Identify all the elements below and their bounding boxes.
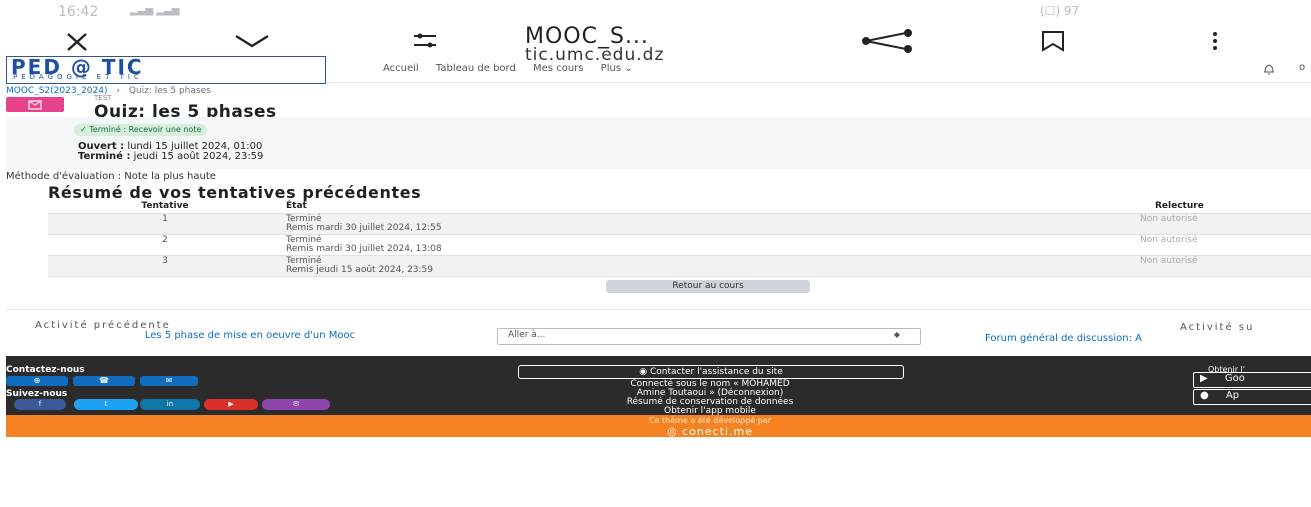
mail-icon: ✉ bbox=[293, 400, 299, 408]
follow-label: Suivez-nous bbox=[6, 389, 68, 399]
status-icons: (☐) 97 bbox=[1040, 4, 1080, 18]
attempt-number: 2 bbox=[48, 234, 282, 256]
logo-subtext: PEDAGOGIE ET TIC bbox=[13, 73, 143, 81]
google-play-icon: ▶ bbox=[1200, 373, 1208, 384]
google-play-button[interactable]: ▶ Goo bbox=[1193, 372, 1311, 388]
section-label: TEST bbox=[94, 94, 112, 102]
menu-kebab-icon[interactable] bbox=[1205, 28, 1225, 54]
youtube-icon: ▶ bbox=[228, 400, 234, 408]
google-play-label: Goo bbox=[1224, 373, 1245, 384]
attempt-state: Terminé Remis mardi 30 juillet 2024, 13:0… bbox=[282, 234, 1050, 256]
nav-item-more[interactable]: Plus ⌄ bbox=[601, 63, 633, 74]
review-status: Non autorisé bbox=[1050, 213, 1311, 235]
closed-value: jeudi 15 août 2024, 23:59 bbox=[133, 151, 264, 162]
primary-nav: Accueil Tableau de bord Mes cours Plus ⌄ bbox=[383, 63, 647, 74]
twitter-button[interactable]: t bbox=[74, 399, 138, 410]
chevron-down-icon[interactable] bbox=[232, 26, 272, 56]
nav-item-my-courses[interactable]: Mes cours bbox=[533, 63, 583, 74]
email-social-button[interactable]: ✉ bbox=[262, 399, 330, 410]
conecti-logo[interactable]: ◎ conecti.me bbox=[600, 425, 820, 438]
signal-icon: ▂▃▅ ▂▃▅ bbox=[130, 5, 180, 16]
apple-icon: ● bbox=[1200, 390, 1209, 401]
column-header-attempt: Tentative bbox=[48, 198, 282, 214]
user-menu-icon[interactable]: o bbox=[1299, 62, 1311, 76]
nav-item-home[interactable]: Accueil bbox=[383, 63, 419, 74]
close-tab-icon[interactable] bbox=[62, 26, 98, 56]
youtube-button[interactable]: ▶ bbox=[204, 399, 258, 410]
column-header-state: État bbox=[282, 198, 1050, 214]
attempts-table: Tentative État Relecture 1 Terminé Remis … bbox=[48, 198, 1311, 277]
contact-support-button[interactable]: ◉ Contacter l'assistance du site bbox=[518, 365, 904, 379]
bookmark-icon[interactable] bbox=[1040, 28, 1066, 54]
next-activity-label: Activité su bbox=[1180, 322, 1255, 333]
quiz-icon bbox=[6, 97, 64, 112]
linkedin-button[interactable]: in bbox=[140, 399, 200, 410]
attempt-number: 1 bbox=[48, 213, 282, 235]
review-status: Non autorisé bbox=[1050, 255, 1311, 277]
share-icon[interactable] bbox=[858, 28, 918, 54]
activity-dates: Ouvert : lundi 15 juillet 2024, 01:00 Te… bbox=[78, 142, 263, 162]
contact-link-button[interactable]: ⊕ bbox=[6, 376, 68, 386]
submitted-text: Remis mardi 30 juillet 2024, 12:55 bbox=[286, 223, 442, 233]
select-arrow-icon: ◆ bbox=[893, 330, 900, 339]
twitter-icon: t bbox=[104, 400, 108, 408]
status-bar: 16:42 ▂▃▅ ▂▃▅ (☐) 97 bbox=[0, 0, 1311, 26]
app-store-label: Ap bbox=[1225, 390, 1240, 401]
linkedin-icon: in bbox=[166, 400, 174, 408]
app-store-button[interactable]: ● Ap bbox=[1193, 389, 1311, 405]
completion-badge: ✓ Terminé : Recevoir une note bbox=[74, 124, 208, 136]
table-row: 1 Terminé Remis mardi 30 juillet 2024, 12… bbox=[48, 213, 1311, 235]
status-time: 16:42 bbox=[58, 4, 99, 20]
next-activity-link[interactable]: Forum général de discussion: A bbox=[985, 333, 1142, 344]
review-status: Non autorisé bbox=[1050, 234, 1311, 256]
attempt-state: Terminé Remis jeudi 15 août 2024, 23:59 bbox=[282, 255, 1050, 277]
submitted-text: Remis jeudi 15 août 2024, 23:59 bbox=[286, 265, 434, 275]
phone-icon: ☎ bbox=[99, 376, 109, 385]
conecti-icon: ◎ bbox=[666, 425, 683, 438]
table-row: 3 Terminé Remis jeudi 15 août 2024, 23:59… bbox=[48, 255, 1311, 277]
column-header-review: Relecture bbox=[1050, 198, 1311, 214]
contact-label: Contactez-nous bbox=[6, 365, 85, 375]
envelope-icon: ✉ bbox=[165, 376, 173, 385]
attempt-number: 3 bbox=[48, 255, 282, 277]
submitted-text: Remis mardi 30 juillet 2024, 13:08 bbox=[286, 244, 442, 254]
jump-to-placeholder: Aller à... bbox=[508, 330, 546, 340]
contact-phone-button[interactable]: ☎ bbox=[73, 376, 135, 386]
site-logo[interactable]: PED @ TIC PEDAGOGIE ET TIC bbox=[6, 55, 326, 84]
back-to-course-button[interactable]: Retour au cours bbox=[606, 280, 810, 293]
support-icon: ◉ bbox=[639, 367, 650, 377]
jump-to-select[interactable]: Aller à... ◆ bbox=[497, 328, 921, 345]
divider bbox=[6, 309, 1311, 310]
grading-method: Méthode d'évaluation : Note la plus haut… bbox=[6, 171, 216, 182]
closed-label: Terminé : bbox=[78, 151, 131, 162]
contact-support-label: Contacter l'assistance du site bbox=[649, 367, 783, 377]
nav-item-dashboard[interactable]: Tableau de bord bbox=[436, 63, 516, 74]
attempt-state: Terminé Remis mardi 30 juillet 2024, 12:5… bbox=[282, 213, 1050, 235]
page-settings-icon[interactable] bbox=[410, 28, 440, 54]
table-header-row: Tentative État Relecture bbox=[48, 198, 1311, 214]
breadcrumb-course-link[interactable]: MOOC_S2(2023_2024) bbox=[6, 86, 108, 96]
notification-bell-icon[interactable] bbox=[1262, 62, 1276, 76]
table-row: 2 Terminé Remis mardi 30 juillet 2024, 13… bbox=[48, 234, 1311, 256]
prev-activity-link[interactable]: Les 5 phase de mise en oeuvre d'un Mooc bbox=[60, 330, 440, 341]
link-icon: ⊕ bbox=[33, 376, 41, 385]
facebook-button[interactable]: f bbox=[14, 399, 66, 410]
contact-email-button[interactable]: ✉ bbox=[140, 376, 198, 386]
facebook-icon: f bbox=[38, 400, 42, 408]
conecti-brand: conecti.me bbox=[682, 425, 754, 438]
developed-by-text: Ce thème a été développé par bbox=[648, 416, 772, 425]
